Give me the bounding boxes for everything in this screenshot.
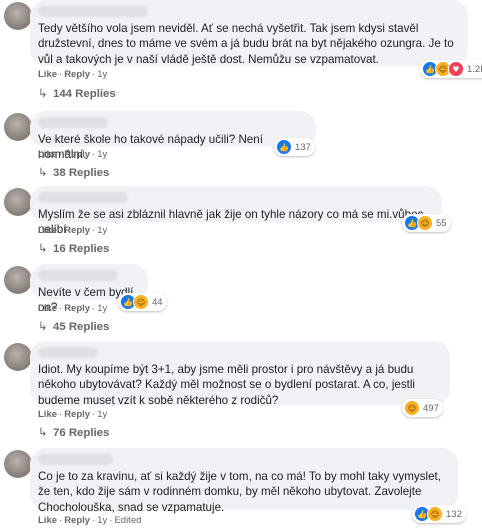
reaction-summary[interactable]: 👍 ☺ 55 xyxy=(402,214,451,232)
comment-bubble: Idiot. My koupíme být 3+1, aby jsme měli… xyxy=(30,341,450,407)
author-name-blurred[interactable] xyxy=(38,192,128,203)
comment-meta: Like · Reply · 1y xyxy=(38,149,108,160)
haha-icon: ☺ xyxy=(417,215,433,231)
reaction-summary[interactable]: ☺ 497 xyxy=(402,399,443,417)
reaction-count: 55 xyxy=(436,217,447,229)
comment-bubble: Ve které škole ho takové nápady učili? N… xyxy=(30,111,316,161)
comment-meta: Like · Reply · 1y xyxy=(38,303,108,314)
comment-age[interactable]: 1y xyxy=(97,303,107,314)
comment-age[interactable]: 1y xyxy=(97,409,107,420)
author-name-blurred[interactable] xyxy=(38,6,148,17)
replies-label: 76 Replies xyxy=(53,427,110,439)
comment-bubble: Myslím že se asi zbláznil hlavně jak žij… xyxy=(30,186,442,236)
like-link[interactable]: Like xyxy=(38,515,57,526)
comment-meta: Like · Reply · 1y · Edited xyxy=(38,515,142,526)
replies-label: 144 Replies xyxy=(53,88,116,100)
like-icon: 👍 xyxy=(276,139,292,155)
reply-link[interactable]: Reply xyxy=(64,515,90,526)
view-replies[interactable]: ↳ 38 Replies xyxy=(38,165,109,179)
comment-age[interactable]: 1y xyxy=(97,69,107,80)
reaction-summary[interactable]: 👍 ☺ 44 xyxy=(118,293,167,311)
reply-arrow-icon: ↳ xyxy=(38,243,48,255)
like-link[interactable]: Like xyxy=(38,69,57,80)
reaction-count: 132 xyxy=(446,508,462,520)
haha-icon: ☺ xyxy=(133,294,149,310)
reply-link[interactable]: Reply xyxy=(64,69,90,80)
reply-arrow-icon: ↳ xyxy=(38,88,48,100)
comment-bubble: Tedy většího vola jsem neviděl. Ať se ne… xyxy=(30,0,468,66)
reply-link[interactable]: Reply xyxy=(64,409,90,420)
love-icon: ♥ xyxy=(448,61,464,77)
avatar[interactable] xyxy=(4,266,32,294)
author-name-blurred[interactable] xyxy=(38,117,108,128)
author-name-blurred[interactable] xyxy=(38,454,113,465)
comment-age[interactable]: 1y xyxy=(97,515,107,526)
comment-text: Idiot. My koupíme být 3+1, aby jsme měli… xyxy=(38,363,416,407)
reaction-summary[interactable]: 👍 ☺ 132 xyxy=(412,505,466,523)
comment-age[interactable]: 1y xyxy=(97,225,107,236)
reply-arrow-icon: ↳ xyxy=(38,167,48,179)
reply-arrow-icon: ↳ xyxy=(38,321,48,333)
reaction-summary[interactable]: 👍 ☺ ♥ 1.2K xyxy=(420,60,482,78)
replies-label: 16 Replies xyxy=(53,243,110,255)
haha-icon: ☺ xyxy=(404,400,420,416)
reply-link[interactable]: Reply xyxy=(64,149,90,160)
reply-link[interactable]: Reply xyxy=(64,225,90,236)
replies-label: 45 Replies xyxy=(53,321,110,333)
comment-text: Co je to za kravinu, ať si každý žije v … xyxy=(38,470,441,514)
comment-meta: Like · Reply · 1y xyxy=(38,409,108,420)
edited-label[interactable]: Edited xyxy=(114,515,141,526)
avatar[interactable] xyxy=(4,2,32,30)
reply-arrow-icon: ↳ xyxy=(38,427,48,439)
view-replies[interactable]: ↳ 45 Replies xyxy=(38,319,109,333)
reaction-count: 137 xyxy=(295,141,311,153)
reply-link[interactable]: Reply xyxy=(64,303,90,314)
reaction-count: 1.2K xyxy=(467,63,482,75)
author-name-blurred[interactable] xyxy=(38,347,98,358)
comment-bubble: Co je to za kravinu, ať si každý žije v … xyxy=(30,448,458,514)
avatar[interactable] xyxy=(4,343,32,371)
replies-label: 38 Replies xyxy=(53,167,110,179)
comment-meta: Like · Reply · 1y xyxy=(38,225,108,236)
like-link[interactable]: Like xyxy=(38,303,57,314)
like-link[interactable]: Like xyxy=(38,149,57,160)
view-replies[interactable]: ↳ 16 Replies xyxy=(38,241,109,255)
view-replies[interactable]: ↳ 144 Replies xyxy=(38,86,116,100)
like-link[interactable]: Like xyxy=(38,225,57,236)
comment-age[interactable]: 1y xyxy=(97,149,107,160)
avatar[interactable] xyxy=(4,450,32,478)
reaction-summary[interactable]: 👍 137 xyxy=(274,138,315,156)
reaction-count: 44 xyxy=(152,296,163,308)
author-name-blurred[interactable] xyxy=(38,270,118,281)
comment-meta: Like · Reply · 1y xyxy=(38,69,108,80)
reaction-count: 497 xyxy=(423,402,439,414)
like-link[interactable]: Like xyxy=(38,409,57,420)
avatar[interactable] xyxy=(4,113,32,141)
comment-text: Tedy většího vola jsem neviděl. Ať se ne… xyxy=(38,22,454,66)
avatar[interactable] xyxy=(4,188,32,216)
view-replies[interactable]: ↳ 76 Replies xyxy=(38,425,109,439)
haha-icon: ☺ xyxy=(427,506,443,522)
